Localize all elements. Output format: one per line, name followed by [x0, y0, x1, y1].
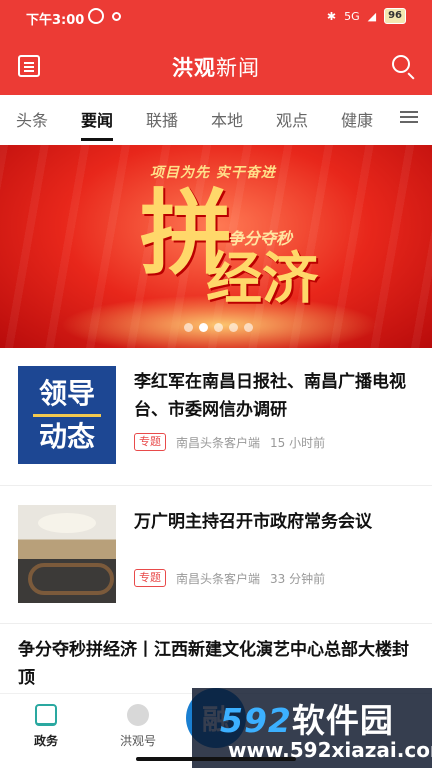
thumb-text-2: 动态	[38, 419, 95, 453]
nav-label: 政务	[33, 734, 58, 748]
watermark-number: 592	[220, 701, 292, 740]
signal-icon: ◢	[367, 9, 377, 23]
news-meta: 专题 南昌头条客户端 15 小时前	[134, 433, 325, 451]
banner-big-text: 经济	[206, 246, 318, 312]
search-icon[interactable]	[392, 55, 410, 73]
carousel-dots	[184, 323, 253, 332]
tab-broadcast[interactable]: 联播	[146, 107, 211, 131]
app-header: 洪观新闻	[0, 44, 432, 88]
news-source: 南昌头条客户端	[176, 435, 261, 450]
news-title[interactable]: 万广明主持召开市政府常务会议	[134, 508, 414, 536]
news-item[interactable]: 领导 动态 李红军在南昌日报社、南昌广播电视台、市委网信办调研 专题 南昌头条客…	[0, 366, 432, 466]
status-bar: 下午3:00 ✱ 5G ◢ 96	[0, 0, 432, 34]
topic-tag: 专题	[134, 569, 166, 587]
carousel-dot[interactable]	[184, 323, 193, 332]
brand-bold: 洪观	[172, 55, 216, 80]
network-label: 5G	[344, 9, 360, 23]
carousel-dot[interactable]	[244, 323, 253, 332]
leader-news-thumbnail: 领导 动态	[18, 366, 116, 464]
tab-headline[interactable]: 头条	[16, 107, 81, 131]
news-meta: 专题 南昌头条客户端 33 分钟前	[134, 569, 325, 587]
tab-opinion[interactable]: 观点	[276, 107, 341, 131]
home-indicator	[136, 757, 296, 761]
app-title: 洪观新闻	[0, 52, 432, 82]
watermark-logo: 592软件园	[220, 694, 394, 742]
record-icon	[112, 12, 121, 21]
category-tabs: 头条 要闻 联播 本地 观点 健康	[0, 95, 432, 143]
thumb-text-1: 领导	[38, 376, 95, 410]
carousel-dot-active[interactable]	[199, 323, 208, 332]
top-bar: 下午3:00 ✱ 5G ◢ 96 洪观新闻	[0, 0, 432, 95]
government-icon	[35, 704, 57, 726]
news-item[interactable]: 万广明主持召开市政府常务会议 专题 南昌头条客户端 33 分钟前	[0, 505, 432, 605]
news-time: 15 小时前	[270, 435, 326, 450]
thumb-divider	[33, 413, 101, 417]
news-source: 南昌头条客户端	[176, 571, 261, 586]
status-right: ✱ 5G ◢ 96	[327, 8, 406, 24]
alarm-icon	[88, 8, 104, 24]
bluetooth-icon: ✱	[326, 9, 337, 23]
news-time: 33 分钟前	[270, 571, 326, 586]
nav-label: 洪观号	[119, 734, 156, 748]
status-time: 下午3:00	[26, 13, 85, 28]
divider	[0, 485, 432, 486]
more-tabs-icon[interactable]	[400, 111, 418, 113]
divider	[0, 623, 432, 624]
tab-local[interactable]: 本地	[211, 107, 276, 131]
tab-important-news[interactable]: 要闻	[81, 107, 146, 141]
tab-health[interactable]: 健康	[341, 107, 406, 131]
news-title[interactable]: 李红军在南昌日报社、南昌广播电视台、市委网信办调研	[134, 368, 414, 424]
watermark: 592软件园 www.592xiazai.com	[192, 688, 432, 768]
news-title[interactable]: 争分夺秒拼经济丨江西新建文化演艺中心总部大楼封顶	[18, 636, 414, 692]
battery-level: 96	[384, 8, 406, 24]
carousel-dot[interactable]	[214, 323, 223, 332]
hero-banner[interactable]: 项目为先 实干奋进 拼 争分夺秒 经济	[0, 145, 432, 348]
carousel-dot[interactable]	[229, 323, 238, 332]
watermark-cn: 软件园	[291, 701, 394, 740]
nav-government[interactable]: 政务	[16, 704, 76, 749]
topic-tag: 专题	[134, 433, 166, 451]
hongguan-icon	[127, 704, 149, 726]
brand-rest: 新闻	[216, 56, 260, 80]
meeting-photo-thumbnail	[18, 505, 116, 603]
nav-hongguan[interactable]: 洪观号	[108, 704, 168, 749]
